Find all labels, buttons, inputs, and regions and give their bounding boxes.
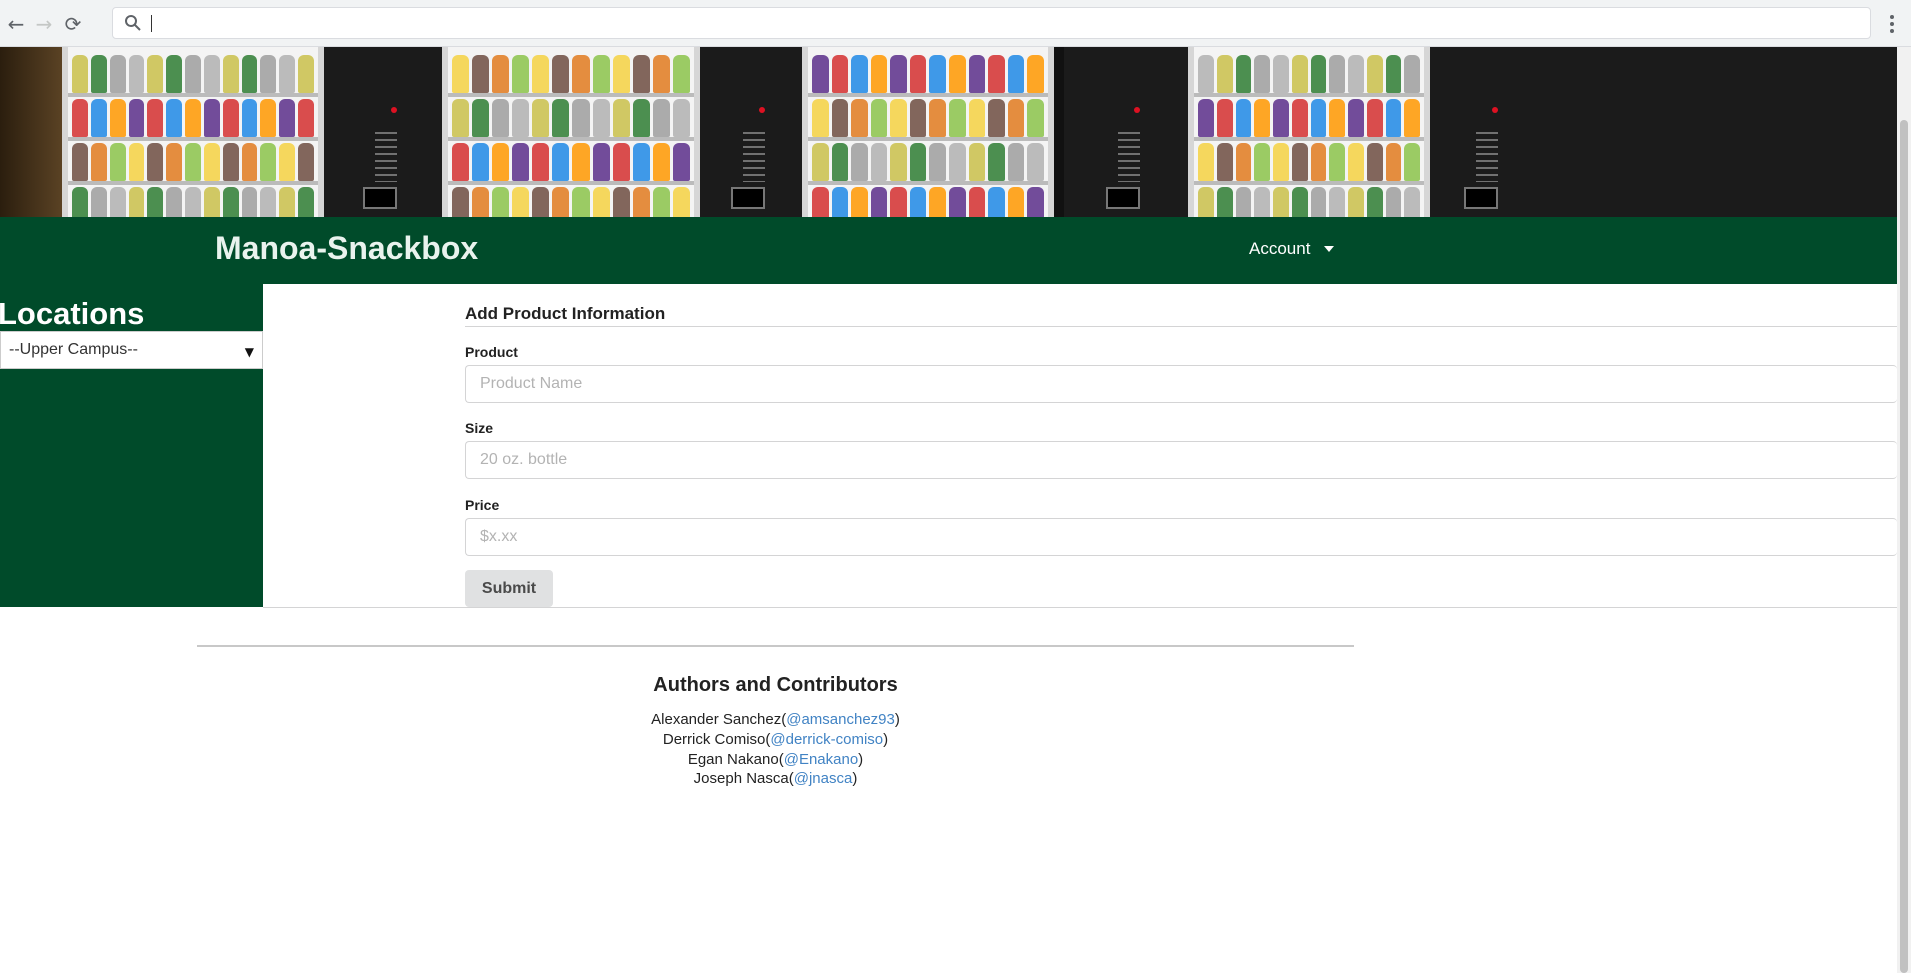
address-bar[interactable] [112,7,1871,39]
location-select-value: --Upper Campus-- [9,341,138,358]
reload-icon[interactable]: ⟳ [59,10,87,38]
author-github-link[interactable]: @Enakano [784,751,858,768]
page-scrollbar[interactable] [1897,47,1911,973]
author-close-paren: ) [894,711,900,728]
browser-toolbar: ← → ⟳ [0,0,1911,47]
content-bottom-divider [263,607,1897,608]
back-arrow-icon[interactable]: ← [2,10,30,38]
page: Manoa-Snackbox Account Locations --Upper… [0,47,1897,973]
author-name: Joseph Nasca( [693,770,794,787]
price-input[interactable] [465,518,1897,556]
author-line: Joseph Nasca(@jnasca) [0,770,1551,787]
footer-title: Authors and Contributors [653,674,898,696]
top-navbar: Manoa-Snackbox Account [0,217,1897,284]
author-line: Egan Nakano(@Enakano) [0,751,1551,768]
account-dropdown[interactable]: Account [1249,239,1335,259]
caret-down-icon [1324,246,1335,252]
size-label: Size [465,420,494,436]
account-label: Account [1249,239,1311,258]
footer-divider [197,645,1354,647]
author-close-paren: ) [883,731,889,748]
search-icon [125,15,141,31]
author-github-link[interactable]: @derrick-comiso [770,731,883,748]
dropdown-arrow-icon: ▼ [244,345,254,359]
scrollbar-thumb[interactable] [1900,120,1908,973]
sidebar-title: Locations [0,296,145,331]
form-title-divider [465,326,1897,327]
author-close-paren: ) [858,751,864,768]
author-name: Derrick Comiso( [662,731,771,748]
locations-sidebar: Locations --Upper Campus-- ▼ [0,284,263,607]
more-vert-icon[interactable] [1881,12,1903,36]
price-label: Price [465,497,500,513]
author-github-link[interactable]: @amsanchez93 [786,711,895,728]
text-cursor [151,15,152,32]
submit-button[interactable]: Submit [465,570,553,607]
author-name: Alexander Sanchez( [651,711,787,728]
author-name: Egan Nakano( [687,751,784,768]
author-line: Alexander Sanchez(@amsanchez93) [0,711,1551,728]
size-input[interactable] [465,441,1897,479]
form-title: Add Product Information [465,304,666,323]
brand-title[interactable]: Manoa-Snackbox [215,230,478,267]
location-select[interactable]: --Upper Campus-- ▼ [0,331,263,369]
product-name-input[interactable] [465,365,1897,403]
forward-arrow-icon[interactable]: → [30,10,58,38]
author-close-paren: ) [852,770,858,787]
author-github-link[interactable]: @jnasca [794,770,853,787]
author-line: Derrick Comiso(@derrick-comiso) [0,731,1551,748]
product-label: Product [465,344,518,360]
